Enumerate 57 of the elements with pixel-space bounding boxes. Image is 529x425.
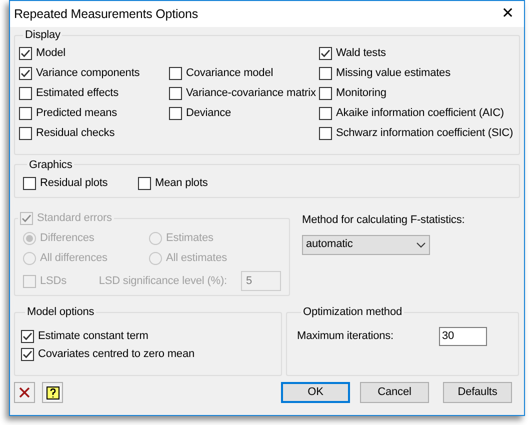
checkbox[interactable] <box>319 107 332 120</box>
checkbox[interactable] <box>23 176 36 190</box>
checkbox-label: Variance components <box>36 66 140 82</box>
checkbox-label: Estimate constant term <box>38 329 148 344</box>
checkbox[interactable] <box>169 87 182 100</box>
group-title: Graphics <box>28 158 74 172</box>
checkbox-label: Covariates centred to zero mean <box>38 347 194 362</box>
checkbox-label: Standard errors <box>37 210 112 226</box>
dialog-button[interactable]: OK <box>281 382 350 403</box>
checkbox-label: Deviance <box>186 106 232 122</box>
window-title: Repeated Measurements Options <box>14 6 198 23</box>
checkbox[interactable] <box>19 67 32 80</box>
checkbox-label: Predicted means <box>36 106 118 122</box>
group-title: Display <box>24 28 62 43</box>
checkbox[interactable] <box>19 47 32 60</box>
group-title: Model options <box>26 305 96 320</box>
group-title: Optimization method <box>302 305 403 320</box>
checkbox[interactable] <box>319 87 332 100</box>
checkbox[interactable] <box>319 127 332 140</box>
radio-label: Differences <box>40 230 94 246</box>
checkbox[interactable] <box>19 107 32 120</box>
dialog-button[interactable]: Defaults <box>443 382 512 403</box>
field-label: Method for calculating F-statistics: <box>302 213 465 228</box>
checkbox-label: Residual checks <box>36 126 115 142</box>
checkbox-label: Residual plots <box>40 176 108 191</box>
checkbox-label: LSDs <box>40 274 66 289</box>
checkbox-label: Mean plots <box>155 176 208 191</box>
checkbox[interactable] <box>21 348 34 361</box>
checkbox[interactable] <box>169 67 182 80</box>
checkbox[interactable] <box>169 107 182 120</box>
help-icon[interactable] <box>42 382 63 403</box>
dialog-button[interactable]: Cancel <box>360 382 429 403</box>
checkbox[interactable] <box>21 330 34 343</box>
checkbox-label: Estimated effects <box>36 86 118 102</box>
field-label: LSD significance level (%): <box>98 274 227 289</box>
checkbox-label: Schwarz information coefficient (SIC) <box>336 126 514 142</box>
checkbox-label: Wald tests <box>336 46 386 62</box>
checkbox-label: Model <box>36 46 66 62</box>
checkbox-label: Monitoring <box>336 86 386 102</box>
chevron-down-icon <box>416 242 426 248</box>
checkbox[interactable] <box>19 87 32 100</box>
radio-label: Estimates <box>166 230 214 246</box>
close-button[interactable]: ✕ <box>492 1 524 27</box>
radio-label: All estimates <box>166 250 228 266</box>
checkbox-label: Variance-covariance matrix <box>186 86 316 102</box>
input-field[interactable]: 30 <box>439 326 487 346</box>
checkbox[interactable] <box>319 47 332 60</box>
checkbox[interactable] <box>319 67 332 80</box>
checkbox-label: Akaike information coefficient (AIC) <box>336 106 504 122</box>
checkbox-label: Covariance model <box>186 66 274 82</box>
checkbox[interactable] <box>19 127 32 140</box>
checkbox-label: Missing value estimates <box>336 66 450 82</box>
checkbox[interactable] <box>138 176 151 190</box>
radio-label: All differences <box>40 250 108 266</box>
cancel-icon[interactable] <box>14 382 35 403</box>
field-label: Maximum iterations: <box>297 328 395 344</box>
dropdown[interactable]: automatic <box>302 234 430 254</box>
